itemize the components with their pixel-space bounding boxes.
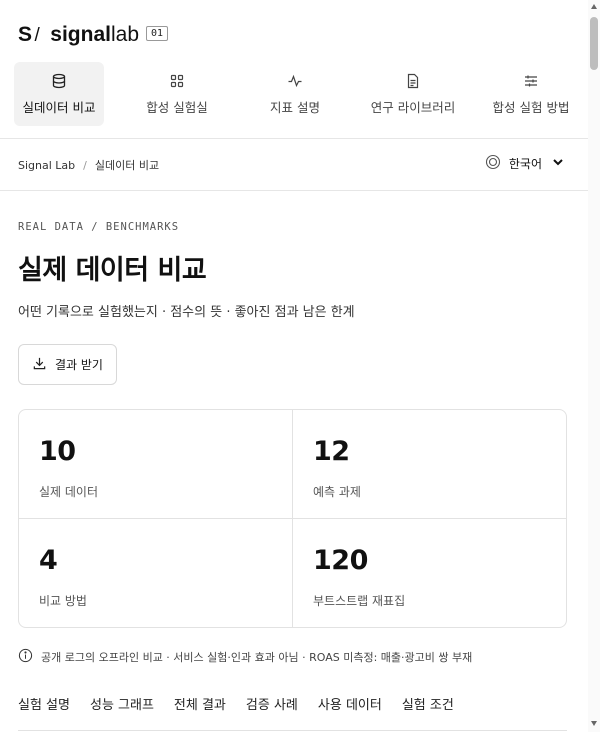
info-icon — [18, 648, 33, 666]
page-subtitle: 어떤 기록으로 실험했는지 · 점수의 뜻 · 좋아진 점과 남은 한계 — [18, 305, 355, 320]
section-tabs: 실험 설명 성능 그래프 전체 결과 검증 사례 사용 데이터 실험 조건 — [18, 694, 454, 713]
stat-card: 10 실제 데이터 — [19, 410, 293, 519]
nav-label: 지표 설명 — [270, 99, 320, 115]
stat-label: 예측 과제 — [313, 485, 361, 499]
breadcrumb: Signal Lab / 실데이터 비교 — [18, 157, 159, 173]
stat-card: 4 비교 방법 — [19, 519, 293, 627]
stat-value: 120 — [313, 545, 368, 576]
eyebrow-label: REAL DATA / BENCHMARKS — [18, 221, 180, 233]
stat-value: 12 — [313, 436, 350, 467]
tab-experiment-description[interactable]: 실험 설명 — [18, 694, 70, 713]
page-title: 실제 데이터 비교 — [18, 255, 207, 286]
vertical-scrollbar[interactable] — [588, 0, 600, 732]
language-label: 한국어 — [508, 157, 542, 171]
nav-item-library[interactable]: 연구 라이브러리 — [368, 62, 458, 126]
database-icon — [51, 73, 67, 89]
stat-value: 4 — [39, 545, 58, 576]
document-icon — [405, 73, 421, 89]
nav-item-metrics[interactable]: 지표 설명 — [250, 62, 340, 126]
stat-label: 비교 방법 — [39, 594, 87, 608]
stat-value: 10 — [39, 436, 76, 467]
brand-logo[interactable]: S / signallab 01 — [18, 20, 169, 50]
tab-performance-graph[interactable]: 성능 그래프 — [90, 694, 154, 713]
tab-full-results[interactable]: 전체 결과 — [174, 694, 226, 713]
divider — [0, 138, 588, 139]
grid-icon — [169, 73, 185, 89]
breadcrumb-current: 실데이터 비교 — [94, 159, 160, 172]
nav-label: 실데이터 비교 — [22, 99, 96, 115]
stat-label: 실제 데이터 — [39, 485, 99, 499]
sliders-icon — [523, 73, 539, 89]
chevron-down-icon — [550, 154, 566, 173]
download-icon — [32, 356, 47, 374]
nav-label: 합성 실험실 — [146, 99, 208, 115]
tab-validation-cases[interactable]: 검증 사례 — [246, 694, 298, 713]
main-nav: 실데이터 비교 합성 실험실 지표 설명 연구 라이브러리 합성 실험 방법 — [14, 62, 576, 126]
breadcrumb-root[interactable]: Signal Lab — [18, 159, 75, 172]
version-badge: 01 — [146, 25, 169, 41]
stat-label: 부트스트랩 재표집 — [313, 594, 406, 608]
tab-experiment-conditions[interactable]: 실험 조건 — [402, 694, 454, 713]
scroll-up-arrow-icon[interactable] — [591, 4, 597, 9]
scrollbar-thumb[interactable] — [590, 17, 598, 70]
globe-icon — [485, 154, 501, 173]
nav-label: 연구 라이브러리 — [370, 99, 456, 115]
scroll-down-arrow-icon[interactable] — [591, 721, 597, 726]
tab-used-data[interactable]: 사용 데이터 — [318, 694, 382, 713]
breadcrumb-separator: / — [83, 158, 87, 172]
brand-name: signallab — [50, 23, 140, 46]
nav-item-synthetic-lab[interactable]: 합성 실험실 — [132, 62, 222, 126]
page: S / signallab 01 실데이터 비교 합성 실험실 지표 설명 연구… — [0, 0, 588, 732]
disclaimer-text: 공개 로그의 오프라인 비교 · 서비스 실험·인과 효과 아님 · ROAS … — [41, 651, 473, 664]
nav-item-synthetic-method[interactable]: 합성 실험 방법 — [486, 62, 576, 126]
stat-card: 120 부트스트랩 재표집 — [293, 519, 566, 627]
brand-mark: S / — [18, 23, 41, 46]
disclaimer-note: 공개 로그의 오프라인 비교 · 서비스 실험·인과 효과 아님 · ROAS … — [18, 648, 472, 666]
download-button-label: 결과 받기 — [55, 358, 103, 372]
nav-label: 합성 실험 방법 — [492, 99, 570, 115]
pulse-icon — [287, 73, 303, 89]
nav-item-real-data[interactable]: 실데이터 비교 — [14, 62, 104, 126]
language-selector[interactable]: 한국어 — [485, 154, 566, 173]
divider — [18, 730, 567, 731]
stat-card: 12 예측 과제 — [293, 410, 566, 519]
divider — [0, 190, 588, 191]
download-results-button[interactable]: 결과 받기 — [18, 344, 117, 385]
stats-grid: 10 실제 데이터 12 예측 과제 4 비교 방법 120 부트스트랩 재표집 — [18, 409, 567, 628]
